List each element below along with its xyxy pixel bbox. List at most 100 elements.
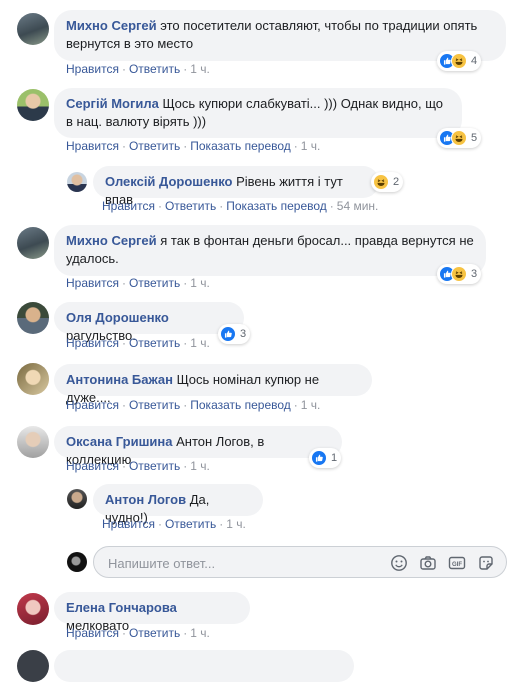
- haha-reaction-icon: [451, 53, 467, 69]
- separator: ·: [219, 199, 224, 213]
- reaction-summary[interactable]: 1: [309, 448, 342, 468]
- separator: ·: [121, 62, 126, 76]
- reply-link[interactable]: Ответить: [165, 199, 216, 213]
- reply-link[interactable]: Ответить: [129, 459, 180, 473]
- timestamp[interactable]: 1 ч.: [226, 517, 246, 531]
- timestamp[interactable]: 1 ч.: [190, 62, 210, 76]
- avatar[interactable]: [17, 593, 49, 625]
- separator: ·: [329, 199, 334, 213]
- like-link[interactable]: Нравится: [66, 336, 119, 350]
- comment-author[interactable]: Оксана Гришина: [66, 434, 172, 449]
- comment-bubble: Михно Сергей я так в фонтан деньги броса…: [54, 225, 486, 276]
- comment-bubble: Михно Сергей это посетители оставляют, ч…: [54, 10, 506, 61]
- reply-link[interactable]: Ответить: [129, 626, 180, 640]
- comment-author[interactable]: Елена Гончарова: [66, 600, 177, 615]
- translate-link[interactable]: Показать перевод: [190, 398, 291, 412]
- separator: ·: [121, 276, 126, 290]
- comment-actions: Нравится · Ответить · Показать перевод · 1 ч.: [66, 139, 320, 153]
- reaction-count: 2: [393, 176, 400, 188]
- reaction-count: 5: [471, 132, 478, 144]
- comment-author[interactable]: Олексій Дорошенко: [105, 174, 232, 189]
- timestamp[interactable]: 1 ч.: [190, 626, 210, 640]
- reaction-summary[interactable]: 3: [437, 264, 482, 284]
- camera-icon[interactable]: [419, 554, 437, 572]
- avatar[interactable]: [67, 489, 87, 509]
- sticker-icon[interactable]: [477, 554, 495, 572]
- comment-bubble: Антонина Бажан Щось номінал купюр не дуж…: [54, 364, 372, 405]
- comment-author[interactable]: Сергій Могила: [66, 96, 159, 111]
- reply-link[interactable]: Ответить: [165, 517, 216, 531]
- like-link[interactable]: Нравится: [66, 459, 119, 473]
- comment-actions: Нравится · Ответить · Показать перевод · 54 ми…: [102, 199, 378, 213]
- separator: ·: [183, 276, 188, 290]
- comment-bubble: Сергій Могила Щось купюри слабкуваті... …: [54, 88, 462, 138]
- translate-link[interactable]: Показать перевод: [226, 199, 327, 213]
- translate-link[interactable]: Показать перевод: [190, 139, 291, 153]
- separator: ·: [121, 626, 126, 640]
- like-link[interactable]: Нравится: [66, 139, 119, 153]
- comment-bubble: Оксана Гришина Антон Логов, в коллекцию: [54, 426, 342, 467]
- timestamp[interactable]: 54 мин.: [337, 199, 379, 213]
- timestamp[interactable]: 1 ч.: [190, 336, 210, 350]
- avatar[interactable]: [17, 650, 49, 682]
- avatar[interactable]: [17, 89, 49, 121]
- reply-link[interactable]: Ответить: [129, 276, 180, 290]
- comment-author[interactable]: Михно Сергей: [66, 233, 157, 248]
- reply-link[interactable]: Ответить: [129, 336, 180, 350]
- separator: ·: [183, 139, 188, 153]
- current-user-avatar: [67, 552, 87, 572]
- like-link[interactable]: Нравится: [66, 398, 119, 412]
- haha-reaction-icon: [451, 266, 467, 282]
- comment-actions: Нравится · Ответить · 1 ч.: [102, 517, 246, 531]
- reaction-summary[interactable]: 2: [371, 172, 404, 192]
- comment-actions: Нравится · Ответить · 1 ч.: [66, 459, 210, 473]
- comment-author[interactable]: Михно Сергей: [66, 18, 157, 33]
- reply-composer[interactable]: GIF: [93, 546, 507, 578]
- like-link[interactable]: Нравится: [102, 517, 155, 531]
- like-reaction-icon: [220, 326, 236, 342]
- comment-actions: Нравится · Ответить · 1 ч.: [66, 626, 210, 640]
- avatar[interactable]: [17, 227, 49, 259]
- reply-link[interactable]: Ответить: [129, 62, 180, 76]
- timestamp[interactable]: 1 ч.: [190, 459, 210, 473]
- gif-icon[interactable]: GIF: [448, 554, 466, 572]
- separator: ·: [183, 626, 188, 640]
- like-link[interactable]: Нравится: [102, 199, 155, 213]
- comment-author[interactable]: Оля Дорошенко: [66, 310, 169, 325]
- comment-author[interactable]: Антонина Бажан: [66, 372, 173, 387]
- separator: ·: [183, 459, 188, 473]
- comment-actions: Нравится · Ответить · 1 ч.: [66, 276, 210, 290]
- comment-bubble: [54, 650, 354, 682]
- avatar[interactable]: [67, 172, 87, 192]
- like-link[interactable]: Нравится: [66, 276, 119, 290]
- reaction-summary[interactable]: 5: [437, 128, 482, 148]
- separator: ·: [121, 139, 126, 153]
- comment-author[interactable]: Антон Логов: [105, 492, 186, 507]
- avatar[interactable]: [17, 13, 49, 45]
- timestamp[interactable]: 1 ч.: [301, 139, 321, 153]
- comment-bubble: Олексій Дорошенко Рівень життя і тут впа…: [93, 166, 379, 207]
- reaction-summary[interactable]: 3: [218, 324, 251, 344]
- like-link[interactable]: Нравится: [66, 62, 119, 76]
- timestamp[interactable]: 1 ч.: [301, 398, 321, 412]
- reaction-count: 1: [331, 452, 338, 464]
- reaction-count: 3: [471, 268, 478, 280]
- avatar[interactable]: [17, 363, 49, 395]
- separator: ·: [183, 398, 188, 412]
- comment-bubble: Елена Гончарова мелковато: [54, 592, 250, 633]
- avatar[interactable]: [17, 302, 49, 334]
- timestamp[interactable]: 1 ч.: [190, 276, 210, 290]
- reply-link[interactable]: Ответить: [129, 139, 180, 153]
- emoji-icon[interactable]: [390, 554, 408, 572]
- reaction-summary[interactable]: 4: [437, 51, 482, 71]
- comment-actions: Нравится · Ответить · Показать перевод · 1 ч.: [66, 398, 320, 412]
- separator: ·: [219, 517, 224, 531]
- reply-link[interactable]: Ответить: [129, 398, 180, 412]
- avatar[interactable]: [17, 426, 49, 458]
- reply-input[interactable]: [106, 553, 370, 573]
- comment-bubble: Антон Логов Да, чудно!): [93, 484, 263, 525]
- separator: ·: [157, 517, 162, 531]
- haha-reaction-icon: [451, 130, 467, 146]
- like-link[interactable]: Нравится: [66, 626, 119, 640]
- svg-text:GIF: GIF: [452, 562, 462, 568]
